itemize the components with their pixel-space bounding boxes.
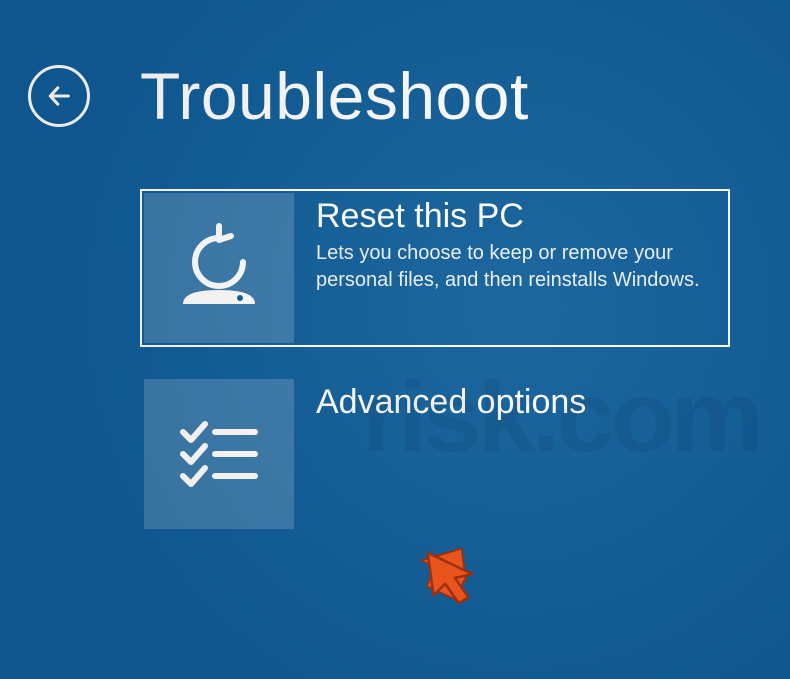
option-advanced-options[interactable]: Advanced options bbox=[140, 375, 730, 533]
option-title: Reset this PC bbox=[316, 197, 706, 236]
option-text: Advanced options bbox=[294, 379, 596, 426]
option-reset-this-pc[interactable]: Reset this PC Lets you choose to keep or… bbox=[140, 189, 730, 347]
option-text: Reset this PC Lets you choose to keep or… bbox=[294, 193, 716, 294]
back-arrow-icon bbox=[45, 82, 73, 110]
option-tile bbox=[144, 193, 294, 343]
advanced-options-icon bbox=[169, 404, 269, 504]
back-button[interactable] bbox=[28, 65, 90, 127]
option-tile bbox=[144, 379, 294, 529]
option-description: Lets you choose to keep or remove your p… bbox=[316, 240, 706, 294]
reset-pc-icon bbox=[169, 218, 269, 318]
option-title: Advanced options bbox=[316, 383, 586, 422]
header: Troubleshoot bbox=[0, 0, 790, 134]
annotation-arrow-icon bbox=[420, 545, 482, 607]
page-title: Troubleshoot bbox=[140, 58, 529, 134]
options-list: Reset this PC Lets you choose to keep or… bbox=[140, 189, 790, 533]
